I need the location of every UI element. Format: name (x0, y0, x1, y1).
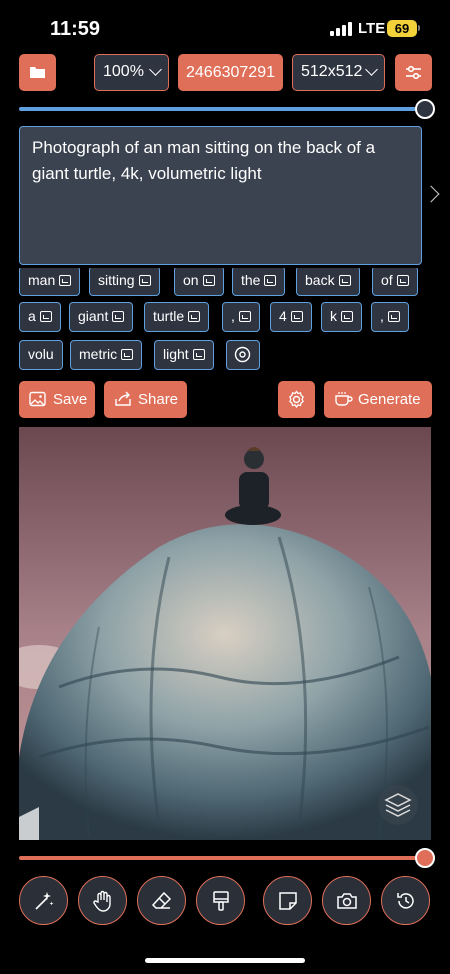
camera-icon (337, 893, 357, 909)
zoom-value: 100% (103, 63, 144, 80)
token-chip[interactable]: turtle (144, 302, 210, 332)
network-label: LTE (358, 20, 386, 37)
token-chip[interactable]: 4 (270, 302, 312, 332)
token-list: man sitting on the back of a giant turtl… (19, 268, 429, 373)
settings-button[interactable] (395, 54, 432, 91)
layers-button[interactable] (378, 785, 418, 825)
history-tool[interactable] (381, 876, 430, 925)
hand-tool[interactable] (78, 876, 127, 925)
token-chip[interactable]: k (321, 302, 362, 332)
generated-image[interactable] (19, 427, 431, 840)
slider-knob[interactable] (415, 848, 435, 868)
resolution-value: 512x512 (301, 63, 363, 80)
folder-icon (30, 67, 45, 78)
hand-icon (93, 890, 111, 912)
prompt-input[interactable]: Photograph of an man sitting on the back… (19, 126, 422, 265)
return-icon (138, 275, 151, 286)
sticky-note-icon (279, 892, 297, 910)
home-indicator[interactable] (145, 958, 305, 963)
return-icon (121, 349, 134, 360)
return-icon (59, 275, 72, 286)
seed-button[interactable]: 2466307291 (178, 54, 283, 91)
status-time: 11:59 (50, 18, 101, 40)
return-icon (39, 311, 52, 322)
return-icon (112, 311, 125, 322)
image-icon (29, 391, 46, 407)
return-icon (188, 311, 201, 322)
token-chip[interactable]: metric (70, 340, 143, 370)
token-chip[interactable]: man (19, 268, 81, 296)
chevron-down-icon (149, 63, 162, 76)
eraser-tool[interactable] (137, 876, 186, 925)
token-chip[interactable]: giant (69, 302, 134, 332)
token-chip[interactable]: a (19, 302, 61, 332)
chevron-right-icon[interactable] (422, 185, 440, 203)
battery-level: 69 (387, 20, 417, 37)
note-tool[interactable] (263, 876, 312, 925)
slider-knob[interactable] (415, 99, 435, 119)
eraser-icon (151, 891, 172, 909)
token-chip[interactable]: , (371, 302, 409, 332)
return-icon (202, 275, 215, 286)
share-icon (115, 391, 131, 406)
paint-tool[interactable] (196, 876, 245, 925)
turtle-image (19, 427, 431, 840)
return-icon (192, 349, 205, 360)
token-chip[interactable]: on (174, 268, 224, 296)
paint-roller-icon (213, 891, 229, 911)
open-folder-button[interactable] (19, 54, 56, 91)
camera-tool[interactable] (322, 876, 371, 925)
brush-size-slider[interactable] (19, 848, 435, 868)
token-chip[interactable]: back (296, 268, 360, 296)
options-button[interactable] (278, 381, 315, 418)
gear-icon (289, 390, 304, 408)
save-button[interactable]: Save (19, 381, 95, 418)
magic-wand-icon (35, 892, 54, 910)
resolution-select[interactable]: 512x512 (292, 54, 385, 91)
token-chip[interactable]: light (154, 340, 214, 370)
token-chip[interactable]: the (232, 268, 286, 296)
return-icon (387, 311, 400, 322)
history-icon (397, 893, 414, 909)
token-chip[interactable]: volu (19, 340, 63, 370)
battery-tip (418, 25, 420, 31)
zoom-select[interactable]: 100% (94, 54, 169, 91)
coffee-icon (335, 392, 353, 406)
token-chip[interactable]: sitting (89, 268, 160, 296)
target-icon (234, 346, 251, 363)
return-icon (338, 275, 351, 286)
return-icon (341, 311, 353, 322)
return-icon (290, 311, 303, 322)
return-icon (238, 311, 251, 322)
token-end-button[interactable] (226, 340, 260, 370)
signal-icon (330, 22, 352, 36)
strength-slider[interactable] (19, 99, 435, 119)
magic-wand-tool[interactable] (19, 876, 68, 925)
status-bar: 11:59 LTE 69 (0, 0, 450, 54)
return-icon (396, 275, 409, 286)
sliders-icon (406, 65, 421, 80)
return-icon (264, 275, 277, 286)
generate-button[interactable]: Generate (324, 381, 432, 418)
token-chip[interactable]: of (372, 268, 418, 296)
share-button[interactable]: Share (104, 381, 187, 418)
token-chip[interactable]: , (222, 302, 260, 332)
chevron-down-icon (365, 63, 378, 76)
layers-icon (384, 793, 412, 817)
